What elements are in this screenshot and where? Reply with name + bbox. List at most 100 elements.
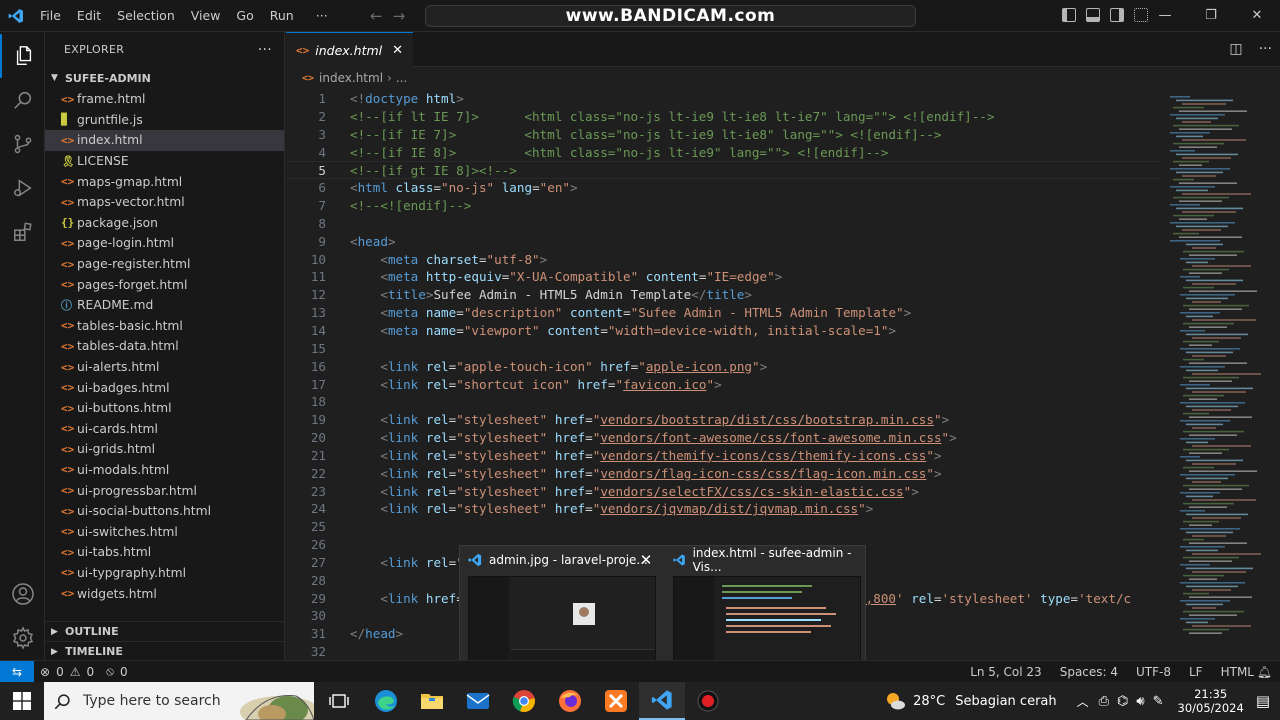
language-pen-icon[interactable]: ✎ xyxy=(1153,694,1164,709)
file-item[interactable]: <> page-login.html xyxy=(45,233,284,254)
warnings-icon[interactable]: ⚠ xyxy=(70,665,81,679)
close-tab-icon[interactable]: ✕ xyxy=(392,43,403,58)
explorer-icon[interactable] xyxy=(0,34,45,78)
outline-section[interactable]: ▶ OUTLINE xyxy=(45,621,285,641)
file-item[interactable]: <> tables-data.html xyxy=(45,336,284,357)
file-item[interactable]: <> tables-basic.html xyxy=(45,316,284,337)
minimap-line xyxy=(1170,132,1210,134)
run-debug-icon[interactable] xyxy=(0,166,45,210)
network-icon[interactable]: ⌬ xyxy=(1117,694,1128,709)
file-item[interactable]: <> index.html xyxy=(45,130,284,151)
file-item[interactable]: <> ui-switches.html xyxy=(45,521,284,542)
menu-more[interactable]: ··· xyxy=(302,0,336,32)
toggle-secondary-sidebar-icon[interactable] xyxy=(1110,8,1124,22)
edge-browser-icon[interactable] xyxy=(363,682,409,720)
file-item[interactable]: <> ui-progressbar.html xyxy=(45,480,284,501)
file-type-icon: <> xyxy=(61,195,75,209)
chrome-icon[interactable] xyxy=(501,682,547,720)
remote-indicator-icon[interactable]: ⇆ xyxy=(0,660,34,683)
file-name: ui-progressbar.html xyxy=(77,483,197,498)
file-item[interactable]: <> maps-vector.html xyxy=(45,192,284,213)
vscode-taskbar-icon[interactable] xyxy=(639,682,685,720)
file-item[interactable]: <> ui-typgraphy.html xyxy=(45,563,284,584)
breadcrumb-file[interactable]: index.html xyxy=(319,71,383,85)
firefox-icon[interactable] xyxy=(547,682,593,720)
taskbar-search-box[interactable]: Type here to search xyxy=(44,682,314,720)
bandicam-record-icon[interactable] xyxy=(685,682,731,720)
ports-icon[interactable]: ⦸ xyxy=(106,664,114,679)
back-arrow-icon[interactable]: ← xyxy=(370,0,383,32)
file-item[interactable]: <> ui-social-buttons.html xyxy=(45,501,284,522)
weather-temperature[interactable]: 28°C xyxy=(913,694,945,709)
restore-button[interactable]: ❐ xyxy=(1188,0,1234,32)
editor-scrollbar[interactable] xyxy=(1266,90,1280,660)
file-item[interactable]: 🎗 LICENSE xyxy=(45,151,284,172)
file-item[interactable]: ▉ gruntfile.js xyxy=(45,110,284,131)
command-center[interactable]: www.BANDICAM.com xyxy=(425,5,916,27)
file-item[interactable]: {} package.json xyxy=(45,213,284,234)
search-icon[interactable] xyxy=(0,78,45,122)
breadcrumb-rest[interactable]: ... xyxy=(396,71,407,85)
file-item[interactable]: <> page-register.html xyxy=(45,254,284,275)
language-mode[interactable]: HTML xyxy=(1221,661,1254,683)
tab-index-html[interactable]: <> index.html ✕ xyxy=(286,32,414,67)
split-editor-icon[interactable]: ◫ xyxy=(1229,32,1242,67)
extensions-icon[interactable] xyxy=(0,210,45,254)
end-of-line[interactable]: LF xyxy=(1189,661,1203,683)
xampp-icon[interactable] xyxy=(593,682,639,720)
menu-go[interactable]: Go xyxy=(228,0,261,32)
minimap-line xyxy=(1189,416,1252,418)
file-item[interactable]: <> widgets.html xyxy=(45,583,284,604)
clock[interactable]: 21:35 30/05/2024 xyxy=(1178,687,1244,715)
timeline-section[interactable]: ▶ TIMELINE xyxy=(45,641,285,661)
file-explorer-icon[interactable] xyxy=(409,682,455,720)
explorer-more-actions[interactable]: ··· xyxy=(258,42,272,58)
show-hidden-icons-chevron-icon[interactable]: ︿ xyxy=(1077,693,1089,710)
encoding[interactable]: UTF-8 xyxy=(1136,661,1171,683)
indentation[interactable]: Spaces: 4 xyxy=(1060,661,1118,683)
cursor-position[interactable]: Ln 5, Col 23 xyxy=(970,661,1042,683)
menu-run[interactable]: Run xyxy=(262,0,302,32)
meet-now-icon[interactable]: ⎙ xyxy=(1099,694,1109,709)
weather-icon[interactable] xyxy=(883,689,907,713)
minimize-button[interactable]: — xyxy=(1142,0,1188,32)
file-item[interactable]: <> ui-cards.html xyxy=(45,419,284,440)
settings-gear-icon[interactable] xyxy=(0,616,45,660)
warnings-count[interactable]: 0 xyxy=(86,665,94,679)
notifications-bell-icon[interactable]: 🔔︎ xyxy=(1257,661,1272,683)
toggle-panel-icon[interactable] xyxy=(1086,8,1100,22)
ports-count[interactable]: 0 xyxy=(120,665,128,679)
volume-icon[interactable]: 🔊︎ xyxy=(1136,694,1144,709)
more-actions-icon[interactable]: ··· xyxy=(1259,32,1272,67)
start-button-icon[interactable] xyxy=(0,682,44,720)
file-item[interactable]: <> maps-gmap.html xyxy=(45,171,284,192)
source-control-icon[interactable] xyxy=(0,122,45,166)
menu-edit[interactable]: Edit xyxy=(69,0,109,32)
file-item[interactable]: <> frame.html xyxy=(45,89,284,110)
file-item[interactable]: <> ui-modals.html xyxy=(45,460,284,481)
minimap[interactable] xyxy=(1164,90,1264,660)
mail-icon[interactable] xyxy=(455,682,501,720)
errors-icon[interactable]: ⊗ xyxy=(40,665,50,679)
errors-count[interactable]: 0 xyxy=(56,665,64,679)
close-window-button[interactable]: ✕ xyxy=(1234,0,1280,32)
toggle-sidebar-icon[interactable] xyxy=(1062,8,1076,22)
file-item[interactable]: ⓘ README.md xyxy=(45,295,284,316)
file-item[interactable]: <> pages-forget.html xyxy=(45,274,284,295)
notification-center-icon[interactable]: ▤ xyxy=(1256,692,1270,710)
file-item[interactable]: <> ui-alerts.html xyxy=(45,357,284,378)
weather-description[interactable]: Sebagian cerah xyxy=(955,694,1056,709)
task-view-icon[interactable] xyxy=(316,682,362,720)
menu-file[interactable]: File xyxy=(32,0,69,32)
file-item[interactable]: <> ui-buttons.html xyxy=(45,398,284,419)
menu-view[interactable]: View xyxy=(183,0,229,32)
accounts-icon[interactable] xyxy=(0,572,45,616)
folder-header[interactable]: ▼ SUFEE-ADMIN xyxy=(45,67,284,89)
close-preview-button[interactable]: ✕ xyxy=(636,550,656,570)
file-item[interactable]: <> ui-tabs.html xyxy=(45,542,284,563)
forward-arrow-icon[interactable]: → xyxy=(393,0,406,32)
file-item[interactable]: <> ui-badges.html xyxy=(45,377,284,398)
minimap-line xyxy=(1180,510,1205,512)
menu-selection[interactable]: Selection xyxy=(109,0,183,32)
file-item[interactable]: <> ui-grids.html xyxy=(45,439,284,460)
